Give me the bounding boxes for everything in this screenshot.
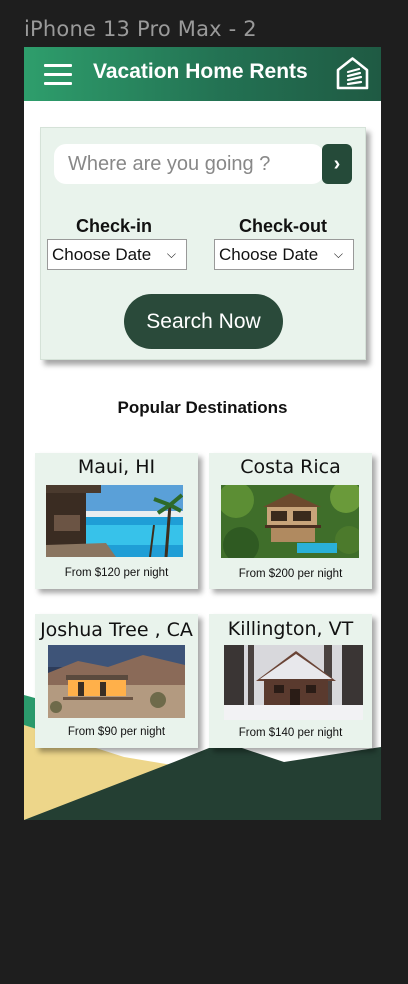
destination-price: From $90 per night	[67, 726, 166, 738]
checkout-date-select[interactable]: Choose Date ⌵	[214, 239, 354, 270]
chevron-down-icon: ⌵	[166, 247, 176, 261]
checkout-label: Check-out	[238, 216, 327, 236]
home-logo-icon[interactable]	[335, 56, 370, 91]
destination-name: Joshua Tree , CA	[40, 619, 193, 641]
checkin-label: Check-in	[75, 216, 153, 236]
destination-name: Maui, HI	[77, 456, 156, 478]
go-arrow-button[interactable]: ›	[322, 144, 352, 184]
destination-card-costa-rica[interactable]: Costa Rica From $200 per night	[209, 453, 372, 589]
destination-search-input[interactable]	[54, 144, 324, 184]
chevron-down-icon: ⌵	[333, 247, 343, 261]
desert-house-photo	[48, 645, 185, 718]
search-now-button[interactable]: Search Now	[124, 294, 283, 349]
phone-screen: Vacation Home Rents › Check-in Check-out…	[24, 47, 381, 820]
destination-card-joshua-tree[interactable]: Joshua Tree , CA From $90 per night	[35, 614, 198, 748]
destination-price: From $200 per night	[238, 568, 343, 580]
frame-label: iPhone 13 Pro Max - 2	[24, 17, 257, 41]
checkin-date-value: Choose Date	[52, 245, 152, 264]
snowy-cabin-photo	[224, 645, 363, 720]
hamburger-menu-icon[interactable]	[44, 64, 72, 85]
app-title: Vacation Home Rents	[93, 60, 308, 83]
app-header: Vacation Home Rents	[24, 47, 381, 101]
destination-card-maui[interactable]: Maui, HI From $120 per night	[35, 453, 198, 589]
search-card: › Check-in Check-out Choose Date ⌵ Choos…	[40, 127, 366, 360]
checkin-date-select[interactable]: Choose Date ⌵	[47, 239, 187, 270]
jungle-treehouse-photo	[221, 485, 359, 558]
pool-villa-photo	[46, 485, 183, 557]
destination-price: From $140 per night	[238, 727, 343, 739]
destination-card-killington[interactable]: Killington, VT From $140 per night	[209, 614, 372, 748]
destination-price: From $120 per night	[64, 567, 169, 579]
checkout-date-value: Choose Date	[219, 245, 319, 264]
destination-name: Costa Rica	[240, 456, 341, 478]
popular-destinations-heading: Popular Destinations	[117, 398, 288, 417]
destination-name: Killington, VT	[227, 618, 354, 640]
